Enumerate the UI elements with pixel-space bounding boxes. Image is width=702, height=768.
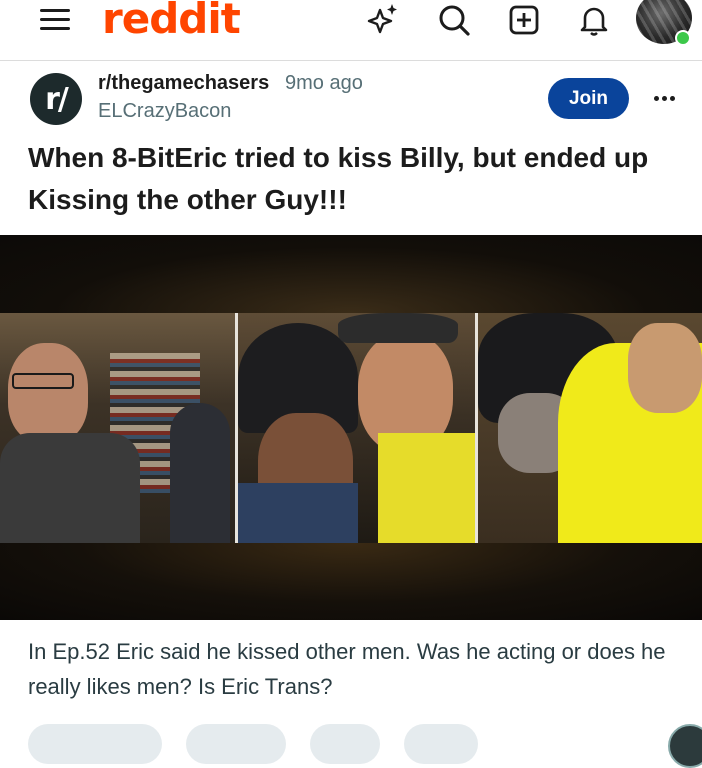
reddit-logo[interactable]: reddit — [102, 0, 241, 43]
post-title[interactable]: When 8-BitEric tried to kiss Billy, but … — [28, 137, 688, 221]
media-letterbox-bottom — [0, 543, 702, 620]
create-post-icon[interactable] — [506, 2, 542, 38]
share-button[interactable] — [404, 724, 478, 764]
menu-icon[interactable] — [40, 9, 72, 31]
top-navigation-bar: reddit — [0, 0, 702, 61]
subreddit-name[interactable]: r/thegamechasers — [98, 72, 269, 95]
vote-button[interactable] — [28, 724, 162, 764]
notifications-bell-icon[interactable] — [576, 2, 612, 38]
post-video-thumbnail[interactable] — [0, 235, 702, 620]
comments-button[interactable] — [186, 724, 286, 764]
video-frame-left — [0, 313, 235, 543]
join-button[interactable]: Join — [548, 78, 629, 119]
search-icon[interactable] — [436, 2, 472, 38]
media-letterbox-top — [0, 235, 702, 313]
more-options-icon[interactable] — [650, 84, 678, 112]
post-body-text: In Ep.52 Eric said he kissed other men. … — [28, 639, 666, 699]
online-status-dot — [675, 30, 691, 46]
video-frame-right — [478, 313, 702, 543]
video-frame-middle — [238, 313, 475, 543]
post-age: 9mo ago — [285, 72, 363, 94]
award-button[interactable] — [310, 724, 380, 764]
subreddit-icon[interactable]: r/ — [30, 73, 82, 125]
commenter-avatar[interactable] — [668, 724, 702, 768]
post-author[interactable]: ELCrazyBacon — [98, 100, 231, 123]
answers-sparkle-icon[interactable] — [364, 2, 400, 38]
